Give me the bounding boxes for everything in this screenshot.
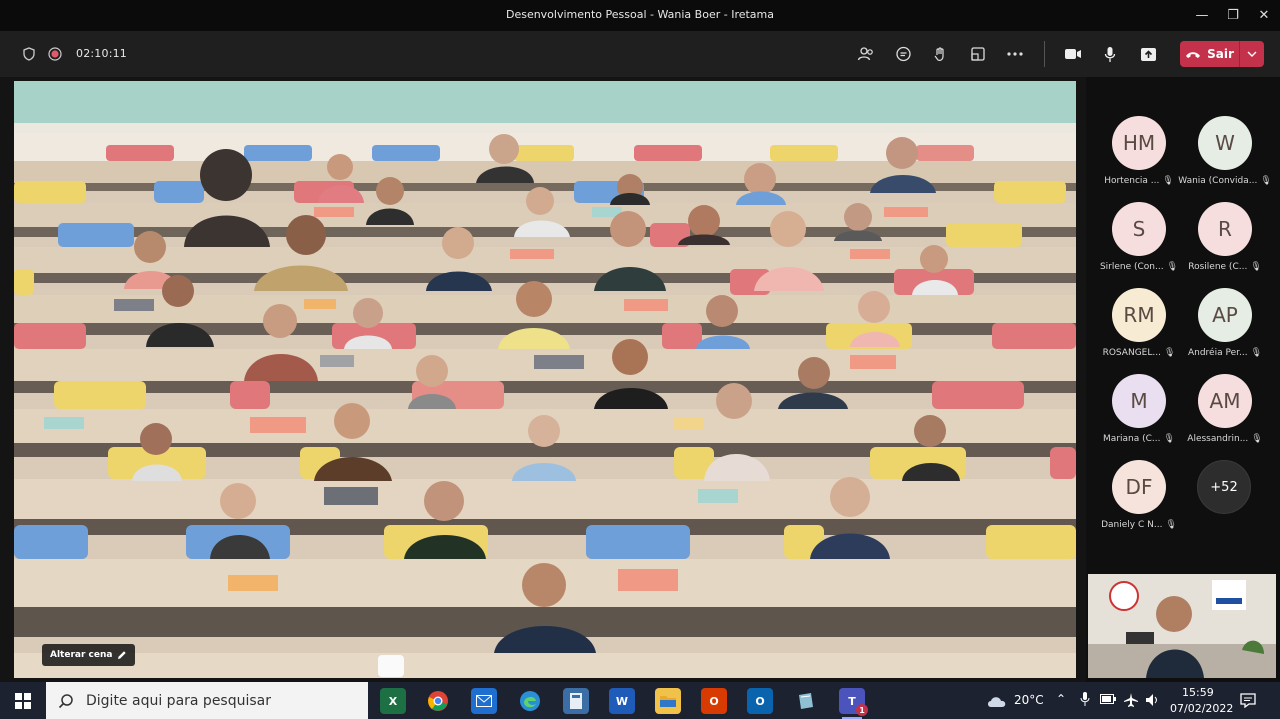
toolbar-divider: [1044, 41, 1045, 67]
search-icon: [58, 693, 73, 708]
shield-icon: [18, 43, 40, 65]
leave-label: Sair: [1207, 47, 1234, 61]
participant-tile[interactable]: HM Hortencia ... 🎙: [1096, 116, 1182, 186]
search-placeholder: Digite aqui para pesquisar: [86, 692, 272, 709]
mic-off-icon: 🎙: [1260, 176, 1272, 186]
together-mode-scene: Alterar cena: [14, 81, 1076, 678]
more-participants-button[interactable]: +52: [1197, 460, 1251, 514]
mic-off-icon: 🎙: [1163, 348, 1176, 358]
edge-icon[interactable]: [517, 688, 543, 714]
participant-name: Andréia Per...: [1187, 348, 1248, 358]
participant-name: Rosilene (C...: [1188, 262, 1248, 272]
notifications-icon[interactable]: [1240, 692, 1256, 711]
change-scene-label: Alterar cena: [50, 650, 113, 660]
notes-app-icon[interactable]: [793, 688, 819, 714]
participant-tile[interactable]: AP Andréia Per... 🎙: [1182, 288, 1268, 358]
mic-off-icon: 🎙: [1163, 434, 1175, 444]
meeting-stage: Alterar cena: [0, 77, 1086, 682]
window-title: Desenvolvimento Pessoal - Wania Boer - I…: [505, 8, 775, 21]
mug: [378, 655, 404, 677]
camera-icon[interactable]: [1062, 43, 1084, 65]
avatar: HM: [1112, 116, 1166, 170]
participant-tile[interactable]: M Mariana (C... 🎙: [1096, 374, 1182, 444]
file-explorer-icon[interactable]: [655, 688, 681, 714]
pencil-icon: [118, 651, 127, 659]
outlook-icon[interactable]: O: [747, 688, 773, 714]
chevron-down-icon[interactable]: [1240, 51, 1264, 57]
more-options-icon[interactable]: [1004, 43, 1026, 65]
participant-tile[interactable]: DF Daniely C N... 🎙: [1096, 460, 1182, 530]
participant-tile[interactable]: S Sirlene (Con... 🎙: [1096, 202, 1182, 272]
people-icon[interactable]: [855, 43, 877, 65]
teams-notification-badge: 1: [856, 704, 868, 716]
clock-time[interactable]: 15:59: [1182, 686, 1214, 699]
word-icon[interactable]: W: [609, 688, 635, 714]
participant-name: Hortencia ...: [1104, 176, 1160, 186]
poster: [1212, 580, 1246, 610]
avatar: M: [1112, 374, 1166, 428]
clock-date[interactable]: 07/02/2022: [1170, 702, 1233, 715]
mic-off-icon: 🎙: [1250, 348, 1263, 358]
recording-icon: [44, 43, 66, 65]
participant-name: Mariana (C...: [1103, 434, 1161, 444]
maximize-button[interactable]: ❐: [1221, 4, 1245, 26]
mic-off-icon: 🎙: [1162, 176, 1174, 186]
teams-icon[interactable]: T 1: [839, 688, 868, 719]
mic-off-icon: 🎙: [1166, 262, 1179, 272]
participant-name: ROSANGEL...: [1102, 348, 1161, 358]
auditorium-illustration: [14, 81, 1076, 678]
avatar: S: [1112, 202, 1166, 256]
windows-start-icon[interactable]: [10, 688, 36, 714]
office-icon[interactable]: O: [701, 688, 727, 714]
participant-name: Wania (Convida...: [1178, 176, 1258, 186]
title-bar: Desenvolvimento Pessoal - Wania Boer - I…: [0, 0, 1280, 31]
participant-name: Daniely C N...: [1101, 520, 1163, 530]
windows-taskbar: Digite aqui para pesquisar X W O O T 1 2…: [0, 682, 1280, 719]
share-screen-icon[interactable]: [1137, 43, 1159, 65]
avatar: DF: [1112, 460, 1166, 514]
avatar: RM: [1112, 288, 1166, 342]
participant-name: Sirlene (Con...: [1099, 262, 1164, 272]
participant-tile[interactable]: R Rosilene (C... 🎙: [1182, 202, 1268, 272]
avatar: AP: [1198, 288, 1252, 342]
close-button[interactable]: ✕: [1252, 4, 1276, 26]
taskbar-search-box[interactable]: Digite aqui para pesquisar: [46, 682, 368, 719]
participant-tile[interactable]: RM ROSANGEL... 🎙: [1096, 288, 1182, 358]
avatar: R: [1198, 202, 1252, 256]
self-view-video: [1088, 574, 1276, 678]
excel-icon[interactable]: X: [380, 688, 406, 714]
temperature: 20°C: [1014, 693, 1044, 707]
mic-off-icon: 🎙: [1251, 434, 1263, 444]
airplane-mode-icon[interactable]: [1123, 692, 1139, 711]
battery-icon[interactable]: [1100, 694, 1116, 707]
weather-icon[interactable]: [984, 688, 1010, 714]
raise-hand-icon[interactable]: [929, 43, 951, 65]
chat-icon[interactable]: [892, 43, 914, 65]
meeting-timer: 02:10:11: [76, 47, 128, 60]
change-scene-button[interactable]: Alterar cena: [42, 644, 136, 666]
leave-button[interactable]: Sair: [1180, 41, 1264, 67]
chrome-icon[interactable]: [425, 688, 451, 714]
mail-icon[interactable]: [471, 688, 497, 714]
meeting-toolbar: 02:10:11 Sair: [0, 31, 1280, 77]
mic-off-icon: 🎙: [1165, 520, 1177, 530]
volume-icon[interactable]: [1145, 692, 1161, 711]
chevron-up-icon[interactable]: ⌃: [1056, 692, 1066, 706]
mic-off-icon: 🎙: [1250, 262, 1262, 272]
avatar: AM: [1198, 374, 1252, 428]
participant-name: Alessandrin...: [1187, 434, 1249, 444]
calculator-icon[interactable]: [563, 688, 589, 714]
minimize-button[interactable]: —: [1190, 4, 1214, 26]
avatar: W: [1198, 116, 1252, 170]
microphone-tray-icon[interactable]: [1080, 691, 1090, 710]
logo: [1109, 581, 1139, 611]
participant-tile[interactable]: AM Alessandrin... 🎙: [1182, 374, 1268, 444]
hang-up-icon: [1186, 51, 1201, 58]
leave-main[interactable]: Sair: [1180, 47, 1239, 61]
participant-tile[interactable]: W Wania (Convida... 🎙: [1178, 116, 1272, 186]
microphone-icon[interactable]: [1099, 43, 1121, 65]
rooms-icon[interactable]: [967, 43, 989, 65]
